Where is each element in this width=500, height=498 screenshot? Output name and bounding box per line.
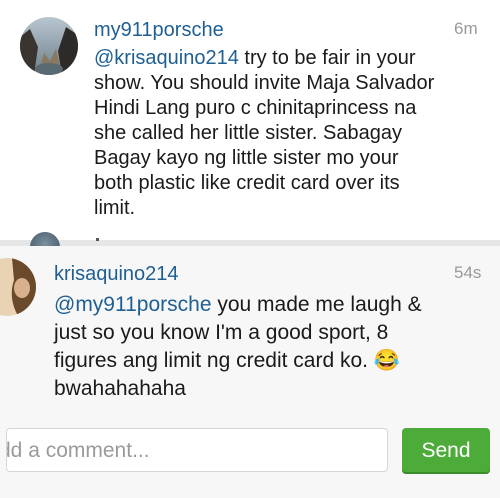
comment-username[interactable]: krisaquino214 (54, 263, 179, 286)
avatar[interactable] (0, 258, 36, 316)
send-button[interactable]: Send (402, 428, 490, 474)
comment-input-placeholder: dd a comment... (6, 439, 150, 462)
comment-body: try to be fair in your show. You should … (94, 47, 435, 219)
comment-text: @my911porsche you made me laugh & just s… (54, 291, 494, 403)
mention-link[interactable]: @krisaquino214 (94, 47, 239, 69)
comment-input[interactable]: dd a comment... (6, 428, 388, 472)
comment-username[interactable]: my911porsche (94, 19, 224, 42)
comment-card-1: my911porsche 6m @krisaquino214 try to be… (0, 0, 500, 241)
cropped-text-fragment (96, 238, 99, 241)
avatar[interactable] (20, 17, 78, 75)
comment-time: 6m (454, 19, 478, 38)
comment-time: 54s (454, 263, 482, 282)
comment-text: @krisaquino214 try to be fair in your sh… (94, 46, 494, 221)
mention-link[interactable]: @my911porsche (54, 293, 212, 316)
